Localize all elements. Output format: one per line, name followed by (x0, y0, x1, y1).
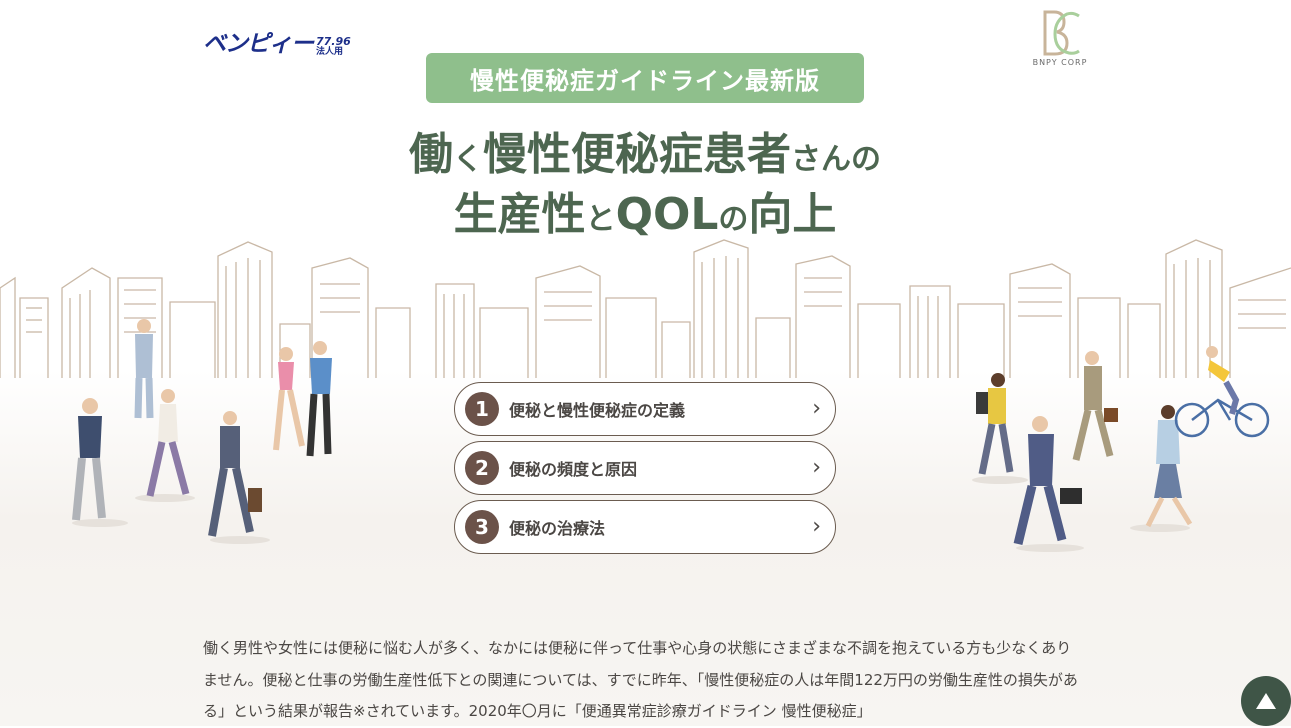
menu-item-treatment[interactable]: 3 便秘の治療法 › (454, 500, 836, 554)
chevron-right-icon: › (812, 514, 821, 539)
guideline-tag: 慢性便秘症ガイドライン最新版 (426, 53, 864, 103)
number-badge: 1 (465, 392, 499, 426)
bempii-logo[interactable]: ベンピィー 77.96 法人用 (203, 24, 351, 58)
headline-text: 働 (409, 129, 453, 180)
number-badge: 3 (465, 510, 499, 544)
commuters-left-illustration (72, 319, 332, 544)
headline-text: 慢性便秘症患者 (483, 129, 791, 180)
intro-paragraph: 働く男性や女性には便秘に悩む人が多く、なかには便秘に伴って仕事や心身の状態にさま… (203, 639, 1078, 720)
menu-item-label: 便秘の頻度と原因 (509, 460, 638, 479)
headline-line-1: 働く慢性便秘症患者さんの (300, 125, 990, 190)
logo-corp-text: 法人用 (316, 47, 344, 57)
headline-text: 生産性 (453, 189, 586, 240)
bc-monogram-icon (1043, 10, 1080, 56)
bnpy-corp-logo[interactable]: BNPY CORP (1025, 10, 1095, 67)
logo-brand-text: ベンピィー (203, 31, 314, 57)
menu-item-label: 便秘の治療法 (509, 519, 606, 538)
menu-item-frequency-causes[interactable]: 2 便秘の頻度と原因 › (454, 441, 836, 495)
back-to-top-button[interactable] (1241, 676, 1291, 726)
up-triangle-icon (1256, 693, 1276, 709)
headline-text: QOL (615, 189, 719, 240)
commuters-right-illustration (972, 346, 1270, 552)
chevron-right-icon: › (812, 455, 821, 480)
corp-logo-text: BNPY CORP (1032, 58, 1088, 67)
headline-text: と (585, 202, 616, 237)
headline-text: く (453, 142, 483, 177)
headline-text: の (718, 202, 749, 237)
number-badge: 2 (465, 451, 499, 485)
headline-text: さんの (791, 142, 881, 177)
menu-item-label: 便秘と慢性便秘症の定義 (509, 401, 686, 420)
headline-text: 向上 (748, 189, 837, 240)
logo-number-text: 77.96 (316, 35, 351, 48)
chevron-right-icon: › (812, 396, 821, 421)
menu-item-constipation-definition[interactable]: 1 便秘と慢性便秘症の定義 › (454, 382, 836, 436)
